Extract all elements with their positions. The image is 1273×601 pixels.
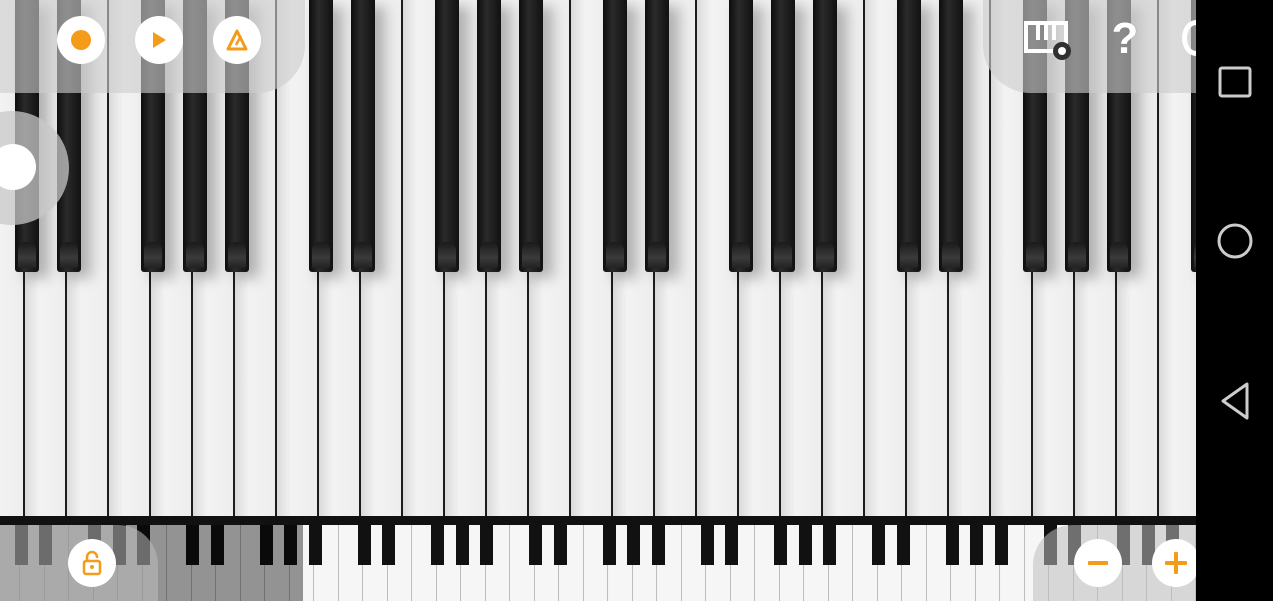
overview-black-key (627, 525, 640, 565)
back-icon (1221, 382, 1249, 420)
lock-icon (82, 550, 102, 576)
black-key[interactable] (729, 0, 753, 272)
home-button[interactable] (1215, 221, 1255, 261)
black-key[interactable] (351, 0, 375, 272)
help-label: ? (1111, 14, 1139, 63)
home-icon (1217, 223, 1253, 259)
black-key[interactable] (771, 0, 795, 272)
overview-black-key (774, 525, 787, 565)
zoom-out-button[interactable] (1074, 539, 1122, 587)
black-key[interactable] (309, 0, 333, 272)
black-key[interactable] (939, 0, 963, 272)
overview-black-key (652, 525, 665, 565)
overview-black-key (995, 525, 1008, 565)
overview-black-key (872, 525, 885, 565)
metronome-icon (226, 29, 248, 51)
recent-apps-button[interactable] (1215, 61, 1255, 101)
black-key[interactable] (477, 0, 501, 272)
overview-black-key (701, 525, 714, 565)
play-button[interactable] (135, 16, 183, 64)
toolbar-right (983, 0, 1196, 93)
overview-black-key (946, 525, 959, 565)
help-button[interactable]: ? (1105, 14, 1145, 64)
overview-black-key (970, 525, 983, 565)
overview-black-key (823, 525, 836, 565)
metronome-button[interactable] (213, 16, 261, 64)
recent-apps-icon (1218, 66, 1252, 98)
keyboard-overview-strip[interactable] (0, 525, 1196, 601)
piano-app: ? (0, 0, 1196, 601)
black-key[interactable] (435, 0, 459, 272)
keyboard-settings-button[interactable] (1016, 16, 1076, 64)
record-dot-icon (71, 30, 91, 50)
black-key[interactable] (603, 0, 627, 272)
overview-black-key (431, 525, 444, 565)
overview-black-key (456, 525, 469, 565)
keyboard-settings-icon (1024, 21, 1071, 60)
keyboard-divider (0, 516, 1196, 525)
black-key[interactable] (813, 0, 837, 272)
black-key[interactable] (645, 0, 669, 272)
plus-icon (1165, 552, 1187, 574)
system-navigation-bar (1196, 0, 1273, 601)
record-button[interactable] (57, 16, 105, 64)
back-button[interactable] (1215, 381, 1255, 421)
overview-black-key (603, 525, 616, 565)
overview-black-key (529, 525, 542, 565)
overview-black-key (897, 525, 910, 565)
overview-black-key (554, 525, 567, 565)
overview-black-key (480, 525, 493, 565)
play-triangle-icon (153, 32, 166, 48)
overview-black-key (799, 525, 812, 565)
overview-black-key (725, 525, 738, 565)
minus-icon (1088, 561, 1108, 565)
overview-black-key (382, 525, 395, 565)
black-key[interactable] (897, 0, 921, 272)
zoom-in-button[interactable] (1152, 539, 1196, 587)
overview-black-key (309, 525, 322, 565)
black-key[interactable] (519, 0, 543, 272)
overview-black-key (358, 525, 371, 565)
lock-button[interactable] (68, 539, 116, 587)
